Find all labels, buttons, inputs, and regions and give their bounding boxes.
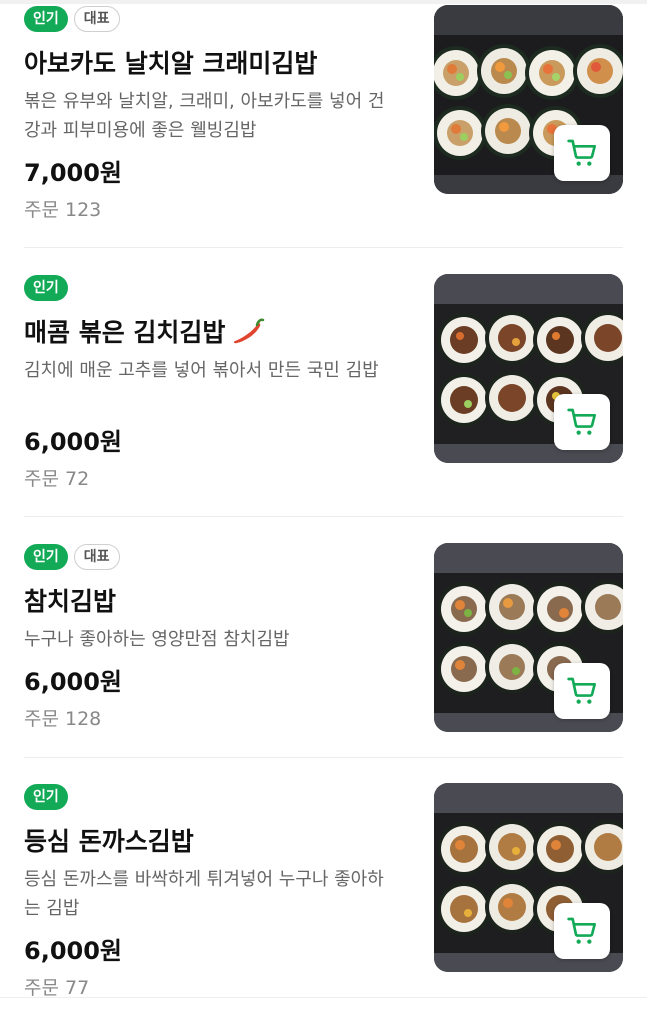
cart-icon: [567, 408, 596, 435]
menu-item-name: 등심 돈까스김밥: [24, 827, 194, 856]
cart-icon: [567, 139, 596, 166]
popular-badge: 인기: [24, 275, 68, 301]
add-to-cart-button[interactable]: [554, 394, 610, 450]
menu-item-description: 볶은 유부와 날치알, 크래미, 아보카도를 넣어 건강과 피부미용에 좋은 웰…: [24, 91, 385, 141]
popular-badge: 인기: [24, 6, 68, 32]
menu-item-description: 등심 돈까스를 바싹하게 튀겨넣어 누구나 좋아하는 김밥: [24, 869, 384, 919]
add-to-cart-button[interactable]: [554, 663, 610, 719]
popular-badge: 인기: [24, 784, 68, 810]
menu-item-order-count: 주문 77: [24, 977, 90, 999]
avocado-kimbap-photo[interactable]: [434, 5, 623, 194]
tuna-kimbap-photo[interactable]: [434, 543, 623, 732]
signature-badge: 대표: [73, 544, 120, 570]
menu-item-description: 김치에 매운 고추를 넣어 볶아서 만든 국민 김밥: [24, 360, 379, 381]
popular-badge: 인기: [24, 544, 68, 570]
bottom-edge-divider: [0, 997, 647, 998]
menu-item-description: 누구나 좋아하는 영양만점 참치김밥: [24, 629, 290, 650]
menu-item-order-count: 주문 123: [24, 199, 102, 221]
cart-icon: [567, 677, 596, 704]
menu-item-name: 매콤 볶은 김치김밥: [24, 313, 265, 349]
signature-badge: 대표: [73, 6, 120, 32]
chili-pepper-icon: [234, 318, 265, 344]
menu-item-price: 6,000원: [24, 937, 122, 965]
badge-group: 인기 대표: [24, 6, 120, 32]
menu-item-price: 6,000원: [24, 428, 122, 456]
top-edge-divider: [0, 0, 647, 4]
badge-group: 인기: [24, 784, 68, 810]
menu-item-name: 참치김밥: [24, 587, 117, 616]
cart-icon: [567, 917, 596, 944]
pork-cutlet-kimbap-photo[interactable]: [434, 783, 623, 972]
menu-item-order-count: 주문 128: [24, 708, 102, 730]
add-to-cart-button[interactable]: [554, 903, 610, 959]
add-to-cart-button[interactable]: [554, 125, 610, 181]
kimchi-kimbap-photo[interactable]: [434, 274, 623, 463]
menu-item-name: 아보카도 날치알 크래미김밥: [24, 49, 318, 78]
item-divider: [24, 757, 623, 758]
item-divider: [24, 247, 623, 248]
menu-item-order-count: 주문 72: [24, 468, 90, 490]
badge-group: 인기 대표: [24, 544, 120, 570]
badge-group: 인기: [24, 275, 68, 301]
menu-item-price: 7,000원: [24, 159, 122, 187]
menu-item-price: 6,000원: [24, 668, 122, 696]
item-divider: [24, 516, 623, 517]
